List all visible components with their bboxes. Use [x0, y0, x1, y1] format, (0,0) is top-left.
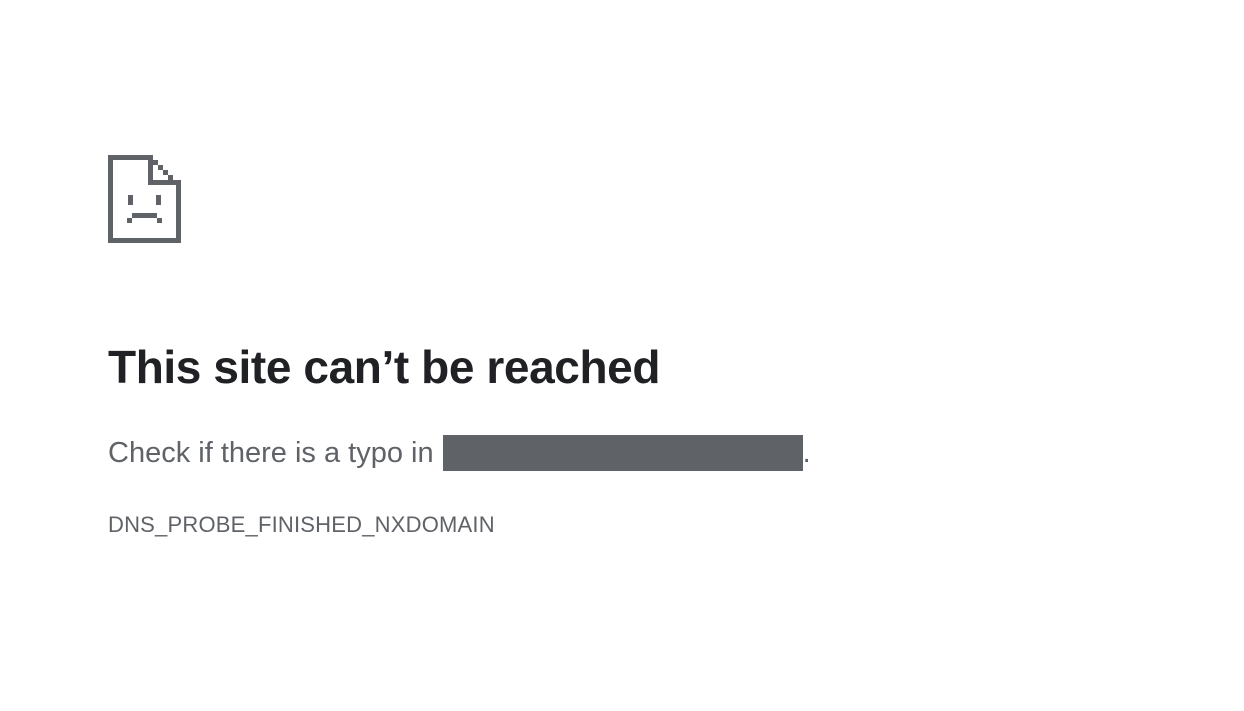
redacted-url	[442, 435, 803, 471]
message-suffix: .	[802, 437, 811, 469]
sad-document-icon	[108, 155, 181, 243]
error-code: DNS_PROBE_FINISHED_NXDOMAIN	[108, 512, 495, 537]
message-prefix: Check if there is a typo in	[108, 437, 434, 469]
error-message: Check if there is a typo in .	[108, 434, 811, 472]
page-title: This site can’t be reached	[108, 341, 661, 393]
